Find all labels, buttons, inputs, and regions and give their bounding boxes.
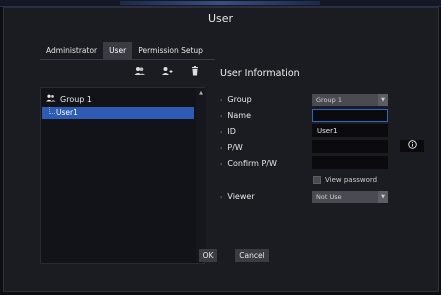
view-password-checkbox[interactable] — [313, 176, 321, 184]
confirm-password-field[interactable] — [312, 156, 388, 169]
group-select-value: Group 1 — [316, 96, 342, 104]
dialog-title: User — [207, 12, 234, 25]
group-select[interactable]: Group 1 ▼ — [312, 94, 388, 106]
bullet-icon: › — [220, 97, 223, 104]
tab-administrator[interactable]: Administrator — [40, 42, 103, 59]
bullet-icon: › — [220, 129, 223, 136]
id-label: ID — [227, 127, 236, 136]
ok-button[interactable]: OK — [199, 249, 217, 262]
tab-bar: Administrator User Permission Setup — [40, 42, 209, 59]
viewer-select-value: Not Use — [316, 193, 342, 201]
group-row: › Group — [220, 95, 252, 104]
name-field[interactable] — [312, 109, 388, 122]
group-icon — [46, 94, 56, 104]
group-label: Group 1 — [60, 94, 92, 104]
scroll-up-arrow-icon[interactable]: ▲ — [196, 90, 206, 96]
trash-icon[interactable] — [188, 66, 202, 78]
id-field[interactable]: User1 — [312, 124, 388, 137]
name-label: Name — [227, 111, 252, 120]
tree-scrollbar[interactable]: ▲ ▼ — [196, 88, 206, 261]
tab-underline — [40, 59, 215, 60]
tree-user-label: User1 — [56, 108, 78, 117]
bullet-icon: › — [220, 113, 223, 120]
confirm-pw-row: › Confirm P/W — [220, 159, 277, 168]
group-label-text: Group — [227, 95, 252, 104]
view-password-row: View password — [313, 176, 377, 184]
tab-user[interactable]: User — [103, 42, 133, 59]
view-password-label: View password — [325, 176, 378, 184]
tree-user-item[interactable]: User1 — [42, 107, 194, 119]
viewer-select[interactable]: Not Use ▼ — [312, 191, 388, 203]
viewer-label: Viewer — [227, 192, 255, 201]
cancel-button[interactable]: Cancel — [235, 249, 269, 262]
pw-row: › P/W — [220, 143, 243, 152]
top-accent — [120, 1, 320, 5]
viewer-row: › Viewer — [220, 192, 255, 201]
user-add-icon[interactable] — [160, 66, 174, 78]
section-title: User Information — [220, 68, 300, 79]
id-row: › ID — [220, 127, 236, 136]
pw-label: P/W — [227, 143, 243, 152]
bullet-icon: › — [220, 194, 223, 201]
bullet-icon: › — [220, 145, 223, 152]
tree-connector — [49, 107, 55, 114]
name-row: › Name — [220, 111, 251, 120]
tree-group-item[interactable]: Group 1 — [46, 94, 92, 104]
chevron-down-icon[interactable]: ▼ — [378, 94, 388, 106]
confirm-pw-label: Confirm P/W — [227, 159, 277, 168]
group-add-icon[interactable] — [133, 66, 147, 78]
password-field[interactable] — [312, 140, 388, 153]
tab-permission-setup[interactable]: Permission Setup — [132, 42, 209, 59]
top-strip — [0, 0, 441, 7]
info-icon[interactable] — [400, 140, 424, 152]
chevron-down-icon[interactable]: ▼ — [378, 191, 388, 203]
bullet-icon: › — [220, 161, 223, 168]
